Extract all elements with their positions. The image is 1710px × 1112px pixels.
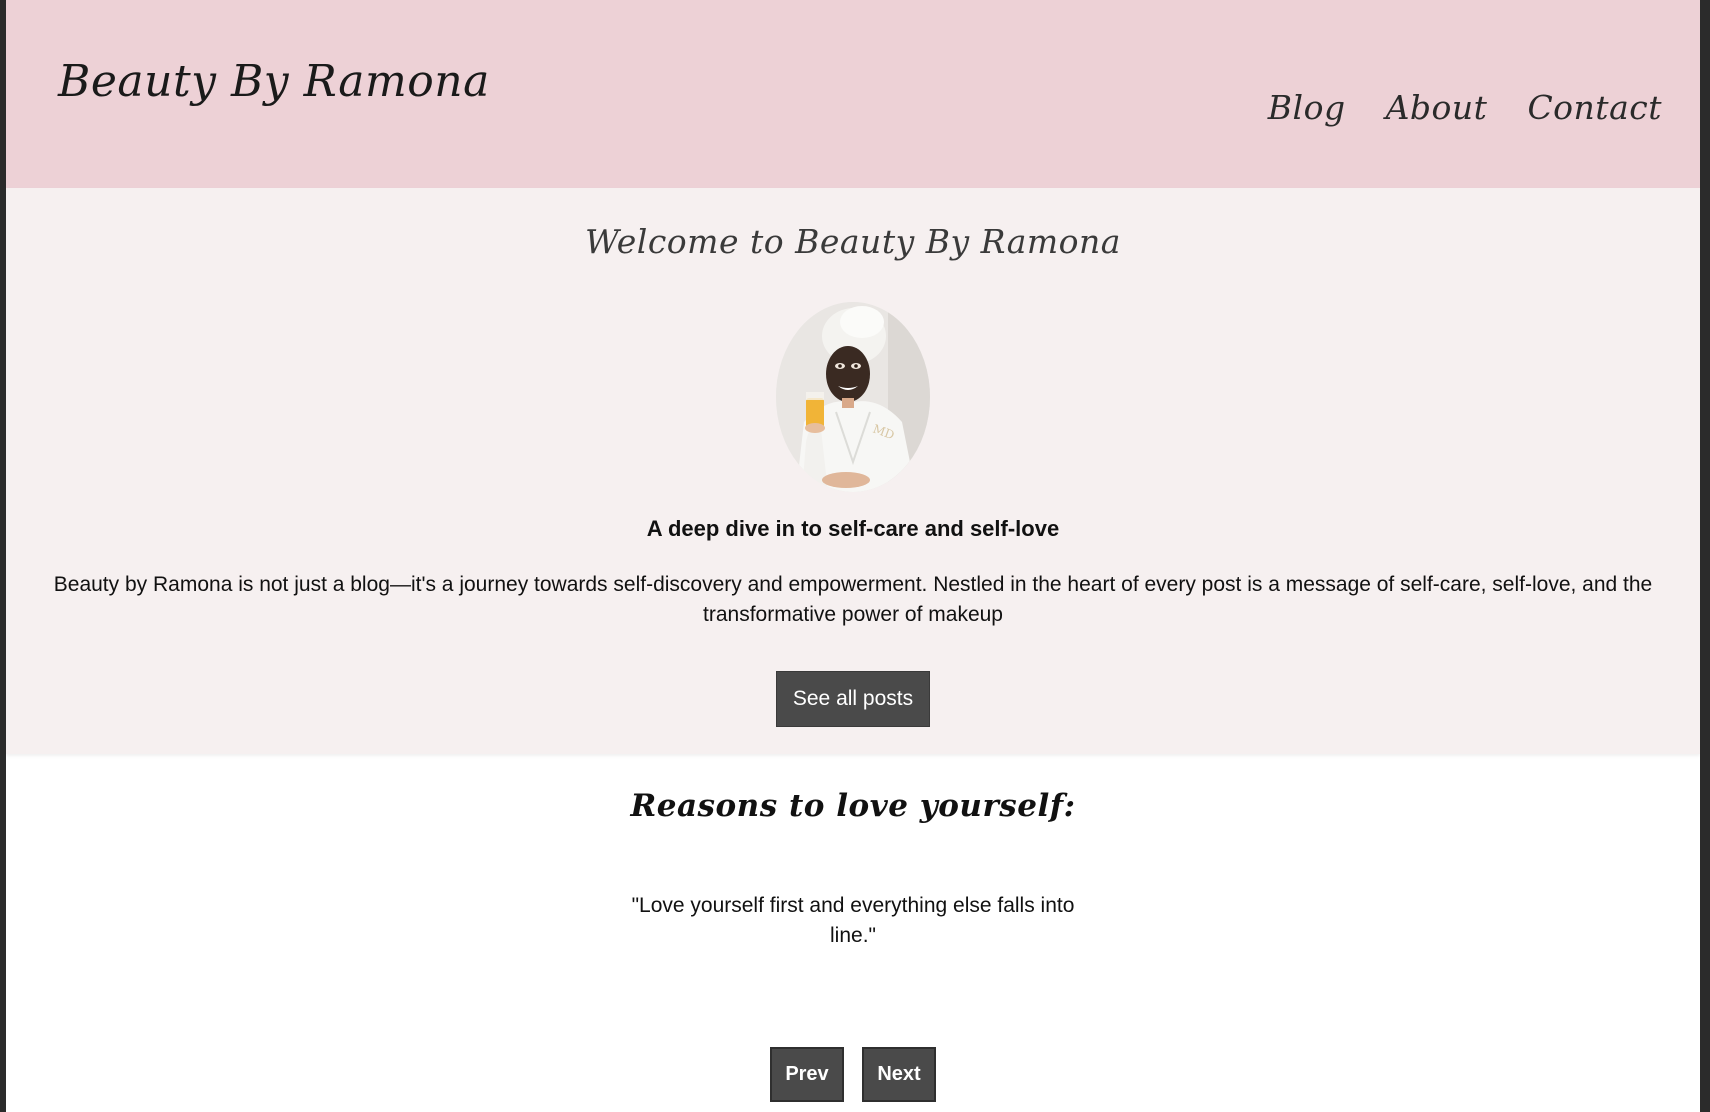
- nav-link-contact[interactable]: Contact: [1527, 88, 1662, 127]
- nav-link-about[interactable]: About: [1386, 88, 1488, 127]
- hero-intro-text: Beauty by Ramona is not just a blog—it's…: [53, 573, 1653, 626]
- next-button[interactable]: Next: [862, 1047, 936, 1102]
- quote-text: "Love yourself first and everything else…: [631, 894, 1075, 947]
- woman-face-mask-photo: MD: [776, 302, 930, 492]
- hero-title: Welcome to Beauty By Ramona: [585, 222, 1121, 261]
- reasons-title: Reasons to love yourself:: [630, 788, 1076, 824]
- page: Beauty By Ramona Blog About Contact Welc…: [6, 0, 1700, 1112]
- site-logo[interactable]: Beauty By Ramona: [58, 56, 490, 107]
- see-all-posts-button[interactable]: See all posts: [776, 671, 930, 727]
- hero-tagline: A deep dive in to self-care and self-lov…: [646, 516, 1060, 541]
- prev-button[interactable]: Prev: [770, 1047, 844, 1102]
- hero-photo: MD: [776, 302, 930, 492]
- nav-link-blog[interactable]: Blog: [1268, 88, 1346, 127]
- main-nav: Blog About Contact: [1268, 88, 1662, 127]
- site-header: Beauty By Ramona Blog About Contact: [6, 0, 1700, 188]
- hero-section: Welcome to Beauty By Ramona MD A deep di…: [6, 188, 1700, 754]
